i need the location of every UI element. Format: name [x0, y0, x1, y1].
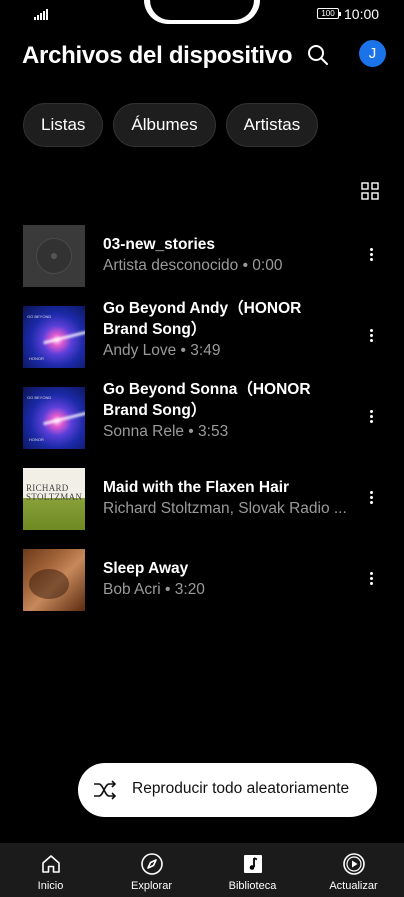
home-icon	[41, 855, 60, 873]
more-options-icon[interactable]	[365, 489, 377, 507]
library-icon	[243, 855, 262, 873]
nav-item-inicio[interactable]: Inicio	[0, 843, 101, 897]
album-art-text: RICHARD STOLTZMAN	[26, 483, 83, 502]
song-row[interactable]: GO BEYOND HONOR Go Beyond Sonna（HONOR Bra…	[0, 381, 404, 465]
song-subtitle: Andy Love • 3:49	[103, 342, 221, 359]
app-header: Archivos del dispositivo J	[0, 36, 404, 82]
play-circle-icon	[342, 853, 365, 875]
nav-label: Explorar	[131, 880, 172, 892]
bottom-navigation: Inicio Explorar Biblioteca Actualizar	[0, 843, 404, 897]
signal-icon	[34, 8, 48, 20]
album-art: RICHARD STOLTZMAN	[23, 468, 85, 530]
chip-albumes[interactable]: Álbumes	[113, 103, 216, 147]
nav-item-biblioteca[interactable]: Biblioteca	[202, 843, 303, 897]
search-button[interactable]	[304, 42, 332, 70]
song-title: Maid with the Flaxen Hair	[103, 479, 290, 496]
song-subtitle: Sonna Rele • 3:53	[103, 423, 229, 440]
chip-artistas[interactable]: Artistas	[225, 103, 319, 147]
grid-view-button[interactable]	[361, 182, 379, 200]
album-art-placeholder	[23, 225, 85, 287]
song-subtitle: Bob Acri • 3:20	[103, 581, 205, 598]
song-title: Sleep Away	[103, 560, 189, 577]
album-art: GO BEYOND HONOR	[23, 387, 85, 449]
more-options-icon[interactable]	[365, 570, 377, 588]
nav-item-explorar[interactable]: Explorar	[101, 843, 202, 897]
more-options-icon[interactable]	[365, 408, 377, 426]
song-subtitle: Richard Stoltzman, Slovak Radio ...	[103, 500, 347, 517]
more-options-icon[interactable]	[365, 327, 377, 345]
nav-item-actualizar[interactable]: Actualizar	[303, 843, 404, 897]
song-title: 03-new_stories	[103, 236, 215, 253]
status-bar: 100 10:00	[0, 0, 404, 28]
shuffle-all-button[interactable]: Reproducir todo aleatoriamente	[78, 763, 377, 817]
shuffle-all-label: Reproducir todo aleatoriamente	[132, 780, 350, 797]
chip-listas[interactable]: Listas	[23, 103, 104, 147]
compass-icon	[140, 853, 163, 875]
battery-icon: 100	[317, 8, 341, 19]
display-notch	[144, 0, 260, 24]
song-row[interactable]: 03-new_stories Artista desconocido • 0:0…	[0, 222, 404, 303]
album-art: GO BEYOND HONOR	[23, 306, 85, 368]
nav-label: Actualizar	[329, 880, 378, 892]
song-list: 03-new_stories Artista desconocido • 0:0…	[0, 222, 404, 627]
search-icon	[308, 45, 328, 65]
more-options-icon[interactable]	[365, 246, 377, 264]
account-avatar[interactable]: J	[359, 40, 386, 67]
shuffle-icon	[94, 780, 117, 800]
filter-chips: Listas Álbumes Artistas	[23, 103, 319, 147]
page-title: Archivos del dispositivo	[22, 42, 293, 69]
grid-view-icon	[361, 182, 379, 200]
nav-label: Inicio	[37, 880, 64, 892]
song-row[interactable]: Sleep Away Bob Acri • 3:20	[0, 546, 404, 627]
song-title: Go Beyond Sonna（HONOR Brand Song）	[103, 381, 311, 419]
song-title: Go Beyond Andy（HONOR Brand Song）	[103, 300, 302, 338]
song-row[interactable]: GO BEYOND HONOR Go Beyond Andy（HONOR Bran…	[0, 300, 404, 384]
song-subtitle: Artista desconocido • 0:00	[103, 257, 283, 274]
song-row[interactable]: RICHARD STOLTZMAN Maid with the Flaxen H…	[0, 465, 404, 546]
nav-label: Biblioteca	[228, 880, 277, 892]
album-art	[23, 549, 85, 611]
status-time: 10:00	[344, 6, 380, 22]
